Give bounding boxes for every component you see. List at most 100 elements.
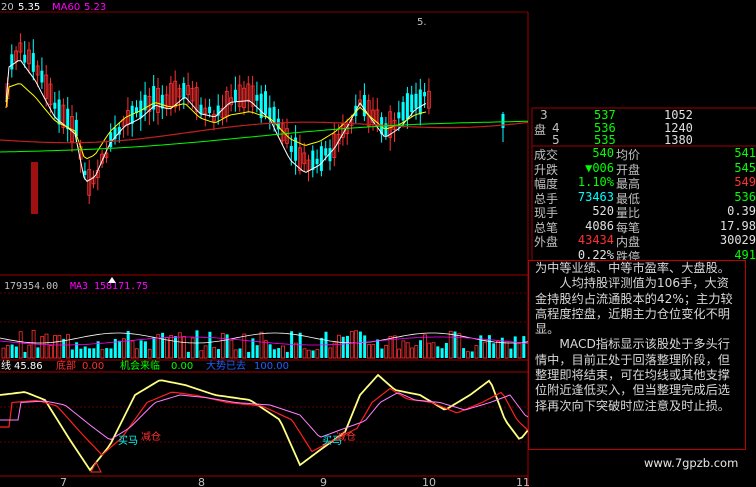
volume-bar xyxy=(161,332,165,358)
volume-bar xyxy=(285,351,289,358)
commentary-paragraph: MACD指标显示该股处于多头行情中，目前正处于回落整理阶段，但整理即将结束，可在… xyxy=(535,337,730,413)
x-tick: 7 xyxy=(60,476,67,487)
candle-body xyxy=(10,54,14,70)
indicator-bottom-label: 底部 xyxy=(56,359,76,372)
volume-bar xyxy=(298,332,302,358)
volume-bar xyxy=(177,332,182,359)
candle-body xyxy=(208,106,212,114)
quote-stat-value: 520 xyxy=(592,204,614,218)
order-book-volume: 1052 xyxy=(664,108,693,122)
volume-bar xyxy=(328,347,333,359)
volume-bar xyxy=(23,351,27,358)
indicator-chance-value: 0.00 xyxy=(171,361,193,372)
volume-bar xyxy=(517,342,522,359)
volume-bar xyxy=(474,345,479,359)
buy-tag: 买马 xyxy=(118,435,138,447)
volume-bar xyxy=(48,345,53,359)
quote-stat-value: 30029 xyxy=(719,233,756,247)
volume-bar xyxy=(349,331,354,359)
volume-bar xyxy=(354,330,359,359)
candle-body xyxy=(401,102,405,121)
volume-bar xyxy=(504,340,509,359)
volume-bar xyxy=(380,348,384,358)
candle-body xyxy=(264,91,267,115)
quote-stat-value: 536 xyxy=(734,189,756,204)
volume-value: 179354.00 xyxy=(4,281,58,292)
candle-body xyxy=(362,94,366,117)
volume-bar xyxy=(190,337,195,359)
indicator-line-value: 45.86 xyxy=(14,361,43,372)
order-book-volume: 1380 xyxy=(664,133,693,147)
volume-bar xyxy=(186,351,190,358)
quote-stat-value: 545 xyxy=(734,160,756,175)
candle-body xyxy=(53,102,57,109)
volume-bar xyxy=(513,336,517,358)
candle-body xyxy=(410,94,414,113)
volume-bar xyxy=(233,349,238,359)
candle-body xyxy=(319,146,323,171)
volume-bar xyxy=(53,335,57,359)
volume-bar xyxy=(427,342,432,359)
quote-stat-value: 73463 xyxy=(577,189,614,204)
volume-bars xyxy=(0,329,529,359)
volume-bar xyxy=(152,337,156,358)
volume-bar xyxy=(105,348,109,358)
volume-bar xyxy=(414,345,419,359)
indicator-line-label: 线 xyxy=(1,359,11,372)
watermark: www.7gpzb.com xyxy=(644,456,739,470)
volume-bar xyxy=(405,342,410,359)
commentary-paragraph: 为中等业绩、中等市盈率、大盘股。 xyxy=(535,261,730,275)
volume-bar xyxy=(130,340,135,359)
volume-bar xyxy=(397,348,402,359)
volume-bar xyxy=(88,348,91,358)
candle-body xyxy=(259,93,263,119)
volume-bar xyxy=(376,339,380,358)
candle-body xyxy=(418,89,422,115)
quote-stat-value: 549 xyxy=(734,175,756,189)
volume-bar xyxy=(62,338,66,358)
volume-bar xyxy=(444,342,448,358)
volume-bar xyxy=(147,348,152,359)
candle-body xyxy=(315,158,319,165)
quote-stat-value: ▼006 xyxy=(585,160,614,175)
volume-bar xyxy=(118,340,122,358)
volume-bar xyxy=(36,347,40,358)
volume-bar xyxy=(268,344,272,358)
volume-bar xyxy=(384,345,389,359)
volume-bar xyxy=(143,341,147,358)
volume-bar xyxy=(336,334,341,359)
volume-bar xyxy=(281,345,285,359)
order-book-price: 537 xyxy=(594,108,616,122)
indicator-bottom-value: 0.00 xyxy=(82,361,104,372)
volume-bar xyxy=(169,335,174,359)
volume-bar xyxy=(487,335,491,358)
volume-bar xyxy=(27,344,32,359)
volume-bar xyxy=(465,351,470,359)
candle-body xyxy=(66,108,70,130)
volume-bar xyxy=(79,348,83,358)
volume-bar xyxy=(302,348,307,359)
ma-value: 5.23 xyxy=(84,2,106,13)
volume-bar xyxy=(492,343,496,358)
candle-body xyxy=(324,148,328,156)
candle-body xyxy=(414,93,418,109)
quote-stat-value: 1.10% xyxy=(577,175,614,189)
candle-body xyxy=(501,114,505,128)
quote-stat-value: 0.39 xyxy=(727,204,756,218)
candle-body xyxy=(139,100,143,118)
volume-bar xyxy=(496,340,500,359)
volume-bar xyxy=(217,349,220,358)
volume-bar xyxy=(174,336,177,358)
x-tick: 10 xyxy=(422,476,436,487)
order-book-level: 3 xyxy=(540,108,548,122)
candle-body xyxy=(255,94,259,101)
quote-stat-value: 17.98 xyxy=(719,218,756,233)
volume-bar xyxy=(358,331,362,358)
top-price: 5.35 xyxy=(18,2,40,13)
stock-commentary-panel[interactable]: 为中等业绩、中等市盈率、大盘股。 人均持股评测值为106手，大资金持股约占流通股… xyxy=(528,260,746,450)
volume-bar xyxy=(259,331,264,359)
candle-body xyxy=(397,112,401,119)
volume-bar xyxy=(126,331,130,358)
volume-bar xyxy=(462,348,466,358)
volume-bar xyxy=(410,347,414,359)
